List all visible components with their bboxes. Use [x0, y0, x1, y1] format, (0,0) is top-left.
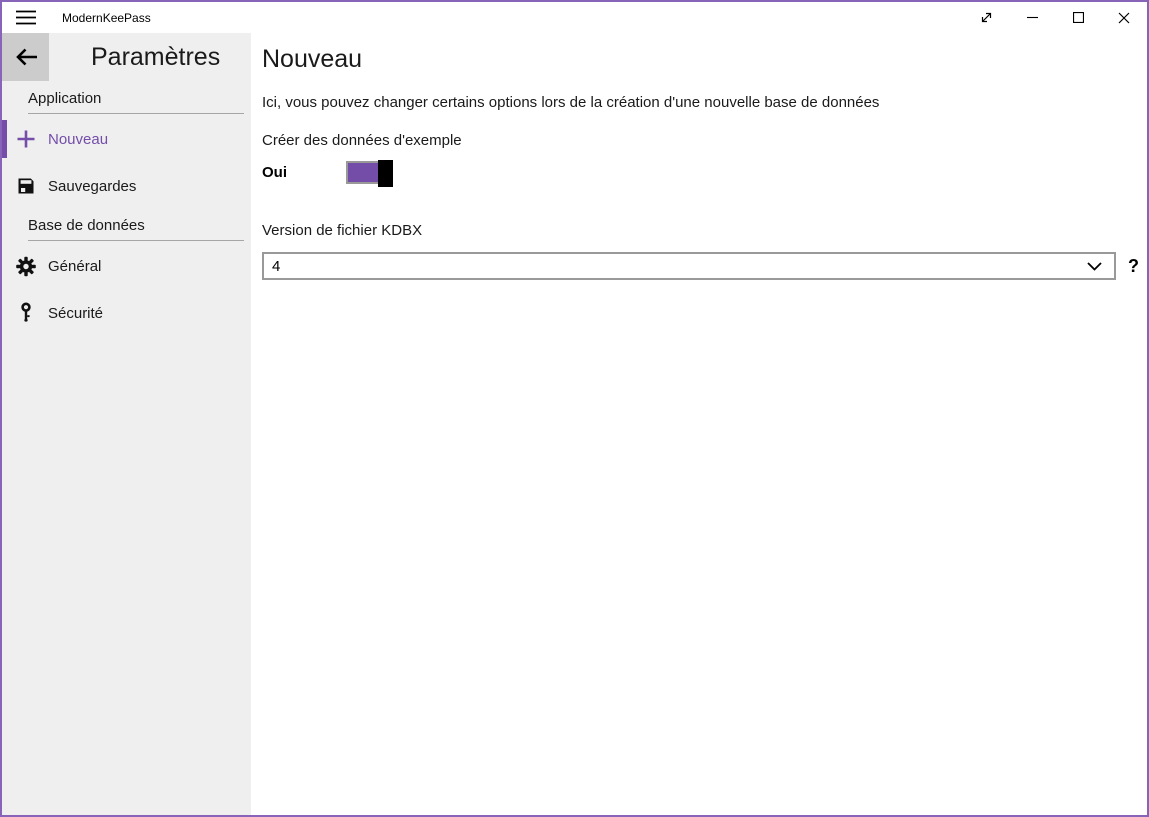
- sidebar-item-label: Sécurité: [48, 305, 103, 322]
- key-icon: [16, 303, 36, 323]
- sample-data-toggle[interactable]: [346, 161, 393, 184]
- back-button[interactable]: [2, 33, 49, 81]
- sidebar-header: Paramètres: [2, 33, 251, 81]
- sidebar-item-nouveau[interactable]: Nouveau: [2, 117, 251, 161]
- maximize-icon: [1073, 12, 1084, 23]
- minimize-button[interactable]: [1009, 2, 1055, 33]
- app-body: Paramètres Application Nouveau: [2, 33, 1147, 815]
- settings-sidebar: Paramètres Application Nouveau: [2, 33, 251, 815]
- help-button[interactable]: ?: [1128, 256, 1139, 277]
- kdbx-version-select[interactable]: 4: [262, 252, 1116, 280]
- close-button[interactable]: [1101, 2, 1147, 33]
- app-title: ModernKeePass: [62, 11, 151, 25]
- sidebar-item-label: Nouveau: [48, 131, 108, 148]
- page-description: Ici, vous pouvez changer certains option…: [262, 94, 1147, 111]
- sidebar-item-general[interactable]: Général: [2, 244, 251, 288]
- save-icon: [16, 176, 36, 196]
- plus-icon: [16, 129, 36, 149]
- chevron-down-icon: [1087, 262, 1102, 271]
- section-label-base-de-donnees: Base de données: [28, 217, 244, 241]
- section-label-application: Application: [28, 90, 244, 114]
- titlebar-drag-area: [151, 2, 963, 33]
- close-icon: [1118, 12, 1130, 24]
- settings-heading: Paramètres: [91, 43, 220, 72]
- sidebar-item-label: Sauvegardes: [48, 178, 136, 195]
- sample-data-toggle-row: Oui: [262, 159, 1147, 186]
- titlebar: ModernKeePass: [2, 2, 1147, 33]
- selection-indicator: [2, 120, 7, 158]
- hamburger-icon: [16, 10, 36, 25]
- kdbx-version-label: Version de fichier KDBX: [262, 222, 1147, 239]
- sidebar-item-securite[interactable]: Sécurité: [2, 291, 251, 335]
- sidebar-item-label: Général: [48, 258, 101, 275]
- toggle-knob[interactable]: [378, 160, 393, 187]
- hamburger-menu-button[interactable]: [2, 2, 49, 33]
- minimize-icon: [1027, 12, 1038, 23]
- sample-data-label: Créer des données d'exemple: [262, 132, 1147, 149]
- app-window: ModernKeePass: [0, 0, 1149, 817]
- sidebar-item-sauvegardes[interactable]: Sauvegardes: [2, 164, 251, 208]
- back-arrow-icon: [14, 47, 38, 67]
- diagonal-resize-icon: [980, 11, 993, 24]
- gear-icon: [16, 256, 36, 276]
- maximize-button[interactable]: [1055, 2, 1101, 33]
- settings-page-nouveau: Nouveau Ici, vous pouvez changer certain…: [251, 33, 1147, 815]
- fullscreen-button[interactable]: [963, 2, 1009, 33]
- page-title: Nouveau: [262, 45, 1147, 74]
- toggle-state-label: Oui: [262, 164, 346, 181]
- kdbx-version-row: 4 ?: [262, 252, 1147, 280]
- kdbx-version-value: 4: [272, 258, 280, 275]
